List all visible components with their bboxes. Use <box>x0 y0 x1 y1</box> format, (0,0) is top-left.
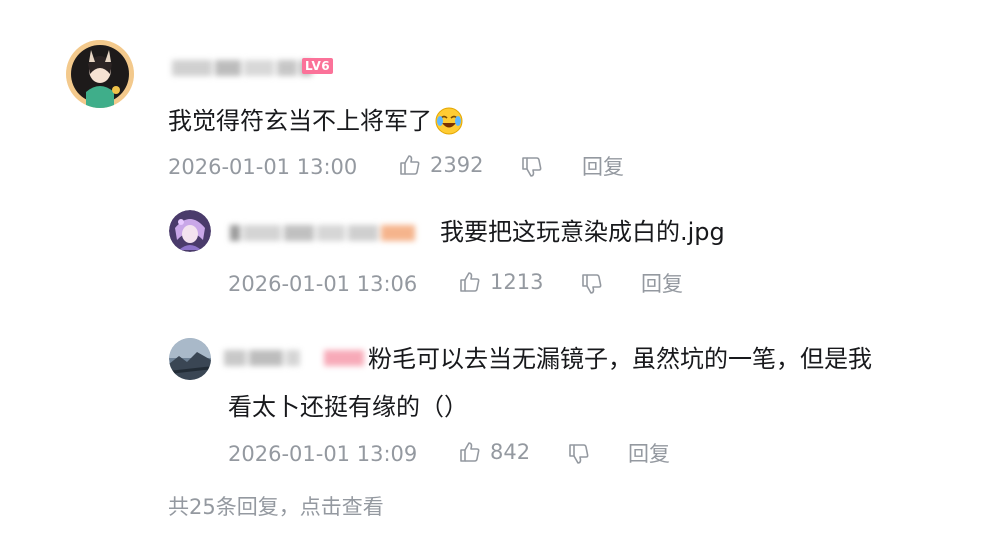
commenter-username[interactable] <box>172 60 312 76</box>
like-button[interactable]: 2392 <box>398 153 483 177</box>
comment-text: 我觉得符玄当不上将军了 <box>168 104 464 138</box>
reply-avatar[interactable] <box>169 210 211 252</box>
reply-time: 2026-01-01 13:06 <box>228 272 418 296</box>
commenter-avatar[interactable] <box>66 40 134 108</box>
thumbs-down-icon[interactable] <box>567 442 591 466</box>
reply-button[interactable]: 回复 <box>582 154 624 180</box>
comment-content: 我觉得符玄当不上将军了 <box>168 107 432 135</box>
thumbs-down-icon[interactable] <box>520 155 544 179</box>
reply-avatar[interactable] <box>169 338 211 380</box>
like-count: 2392 <box>430 153 484 177</box>
like-count: 1213 <box>490 270 544 294</box>
thumbs-up-icon <box>398 153 422 177</box>
comment-time: 2026-01-01 13:00 <box>168 155 358 179</box>
reply-username[interactable] <box>224 350 364 366</box>
thumbs-down-icon[interactable] <box>580 272 604 296</box>
thumbs-up-icon <box>458 270 482 294</box>
reply-button[interactable]: 回复 <box>641 271 683 297</box>
like-button[interactable]: 1213 <box>458 270 543 294</box>
more-replies-link[interactable]: 共25条回复，点击查看 <box>168 494 384 520</box>
laughing-crying-emoji-icon <box>434 106 464 136</box>
level-badge: LV6 <box>302 58 334 74</box>
reply-time: 2026-01-01 13:09 <box>228 442 418 466</box>
like-button[interactable]: 842 <box>458 440 530 464</box>
thumbs-up-icon <box>458 440 482 464</box>
reply-text: 我要把这玩意染成白的.jpg <box>440 218 725 246</box>
reply-text-line2: 看太卜还挺有缘的（） <box>228 393 468 421</box>
reply-button[interactable]: 回复 <box>628 441 670 467</box>
reply-username[interactable] <box>230 225 415 241</box>
like-count: 842 <box>490 440 531 464</box>
reply-text-line1: 粉毛可以去当无漏镜子，虽然坑的一笔，但是我 <box>368 345 872 373</box>
